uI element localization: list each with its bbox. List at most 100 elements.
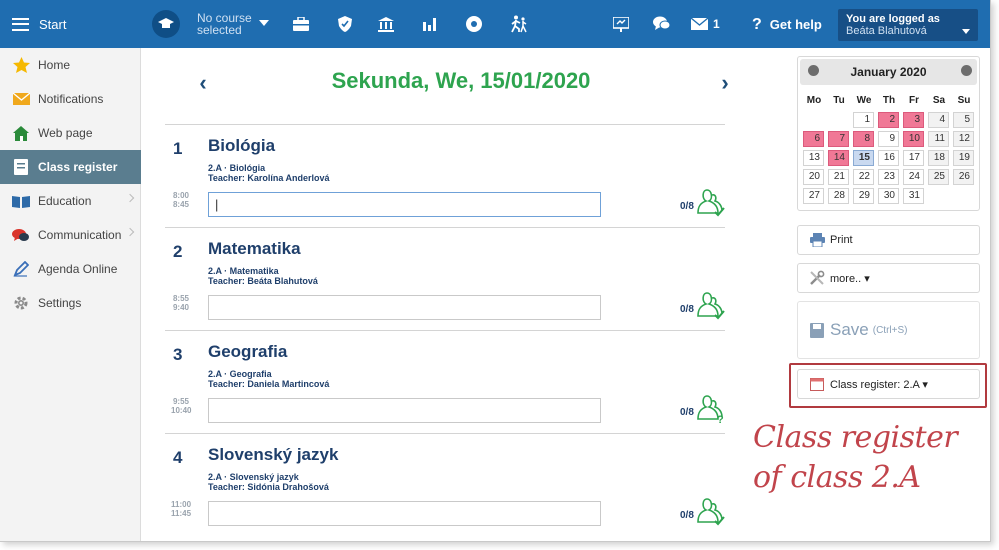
calendar-day[interactable]: 11 — [928, 131, 949, 147]
attendance-count[interactable]: 0/8 — [680, 201, 694, 212]
mail-icon[interactable] — [688, 13, 710, 35]
lesson-topic-input[interactable] — [208, 501, 601, 526]
sidebar-item-education[interactable]: Education — [0, 184, 141, 218]
calendar-day[interactable]: 9 — [878, 131, 899, 147]
caret-down-icon[interactable] — [259, 20, 269, 26]
calendar-day[interactable]: 30 — [878, 188, 899, 204]
lesson-subject[interactable]: Geografia — [208, 342, 287, 362]
user-account-menu[interactable]: You are logged as Beáta Blahutová — [838, 9, 978, 41]
calendar-day[interactable]: 6 — [803, 131, 824, 147]
calendar-day[interactable]: 29 — [853, 188, 874, 204]
shield-icon[interactable] — [334, 13, 356, 35]
calendar-day[interactable]: 4 — [928, 112, 949, 128]
lesson-topic-input[interactable] — [208, 398, 601, 423]
attendance-count[interactable]: 0/8 — [680, 510, 694, 521]
calendar-day[interactable]: 20 — [803, 169, 824, 185]
sidebar-item-agenda-online[interactable]: Agenda Online — [0, 252, 141, 286]
calendar-day[interactable]: 17 — [903, 150, 924, 166]
sidebar-item-communication[interactable]: Communication — [0, 218, 141, 252]
attendance-check-icon[interactable] — [696, 496, 726, 526]
calendar-day[interactable]: 12 — [953, 131, 974, 147]
calendar-day[interactable]: 26 — [953, 169, 974, 185]
graduation-cap-icon[interactable] — [152, 10, 180, 38]
sidebar-item-label: Web page — [38, 126, 93, 140]
calendar-day[interactable]: 27 — [803, 188, 824, 204]
register-book-icon — [12, 158, 30, 176]
calendar-day[interactable]: 7 — [828, 131, 849, 147]
attendance-check-icon[interactable] — [696, 187, 726, 217]
previous-day-button[interactable]: ‹ — [193, 72, 213, 94]
calendar-day[interactable]: 21 — [828, 169, 849, 185]
sidebar-item-home[interactable]: Home — [0, 48, 141, 82]
calendar-day[interactable]: 1 — [853, 112, 874, 128]
mail-count-badge[interactable]: 1 — [713, 17, 720, 31]
briefcase-icon[interactable] — [290, 13, 312, 35]
sidebar-item-notifications[interactable]: Notifications — [0, 82, 141, 116]
calendar-next-month-button[interactable] — [961, 65, 972, 76]
tools-icon — [809, 270, 825, 286]
lesson-teacher: Teacher: Karolína Anderlová — [208, 173, 330, 183]
calendar-prev-month-button[interactable] — [808, 65, 819, 76]
lesson-subject[interactable]: Matematika — [208, 239, 301, 259]
course-line2: selected — [197, 23, 242, 37]
start-menu-button[interactable]: Start — [12, 0, 66, 48]
presentation-icon[interactable] — [610, 13, 632, 35]
get-help-button[interactable]: ? Get help — [752, 16, 822, 34]
calendar-day[interactable]: 28 — [828, 188, 849, 204]
bar-chart-icon[interactable] — [419, 13, 441, 35]
save-button[interactable]: Save (Ctrl+S) — [810, 320, 907, 340]
calendar-day[interactable]: 3 — [903, 112, 924, 128]
next-day-button[interactable]: › — [715, 72, 735, 94]
attendance-count[interactable]: 0/8 — [680, 407, 694, 418]
more-actions-button[interactable]: more.. ▾ — [797, 263, 980, 293]
teacher-label: Teacher: — [208, 173, 245, 183]
teacher-name: Beáta Blahutová — [247, 276, 318, 286]
sidebar-item-settings[interactable]: Settings — [0, 286, 141, 320]
eye-icon[interactable] — [463, 13, 485, 35]
lesson-class-subject: 2.A · Matematika — [208, 266, 279, 276]
chat-bubbles-icon[interactable] — [651, 13, 673, 35]
calendar-day[interactable]: 10 — [903, 131, 924, 147]
printer-icon — [809, 232, 825, 248]
course-selector[interactable]: No course selected — [197, 12, 252, 36]
attendance-check-icon[interactable] — [696, 290, 726, 320]
lesson-subject[interactable]: Slovenský jazyk — [208, 445, 338, 465]
calendar-day[interactable]: 16 — [878, 150, 899, 166]
calendar-day[interactable]: 24 — [903, 169, 924, 185]
annotation-highlight-box — [789, 363, 987, 408]
time-start: 8:55 — [172, 294, 189, 303]
teacher-name: Sidónia Drahošová — [247, 482, 329, 492]
calendar-day[interactable]: 14 — [828, 150, 849, 166]
attendance-question-icon[interactable]: ? — [696, 393, 726, 423]
calendar-day[interactable]: 19 — [953, 150, 974, 166]
sidebar-item-web-page[interactable]: Web page — [0, 116, 141, 150]
calendar-day[interactable]: 2 — [878, 112, 899, 128]
user-name: Beáta Blahutová — [846, 25, 927, 37]
calendar-day[interactable]: 31 — [903, 188, 924, 204]
calendar-day[interactable]: 18 — [928, 150, 949, 166]
pen-icon — [12, 260, 30, 278]
calendar-day[interactable]: 15 — [853, 150, 874, 166]
calendar-day[interactable]: 25 — [928, 169, 949, 185]
lesson-topic-input[interactable] — [208, 295, 601, 320]
calendar-day[interactable]: 13 — [803, 150, 824, 166]
calendar-day[interactable]: 22 — [853, 169, 874, 185]
sidebar-item-class-register[interactable]: Class register — [0, 150, 141, 184]
weekday-label: Fr — [909, 95, 919, 106]
more-label: more.. ▾ — [830, 272, 870, 285]
lesson-class-subject: 2.A · Geografia — [208, 369, 272, 379]
running-person-icon[interactable] — [508, 13, 530, 35]
speech-bubbles-icon — [12, 226, 30, 244]
attendance-count[interactable]: 0/8 — [680, 304, 694, 315]
calendar-day[interactable]: 5 — [953, 112, 974, 128]
time-end: 8:45 — [172, 200, 189, 209]
calendar-day[interactable]: 8 — [853, 131, 874, 147]
calendar-day[interactable]: 23 — [878, 169, 899, 185]
print-button[interactable]: Print — [797, 225, 980, 255]
lesson-topic-input[interactable] — [208, 192, 601, 217]
weekday-label: We — [856, 95, 872, 106]
lesson-subject[interactable]: Biológia — [208, 136, 275, 156]
teacher-label: Teacher: — [208, 379, 245, 389]
time-end: 9:40 — [172, 303, 189, 312]
institution-icon[interactable] — [375, 13, 397, 35]
